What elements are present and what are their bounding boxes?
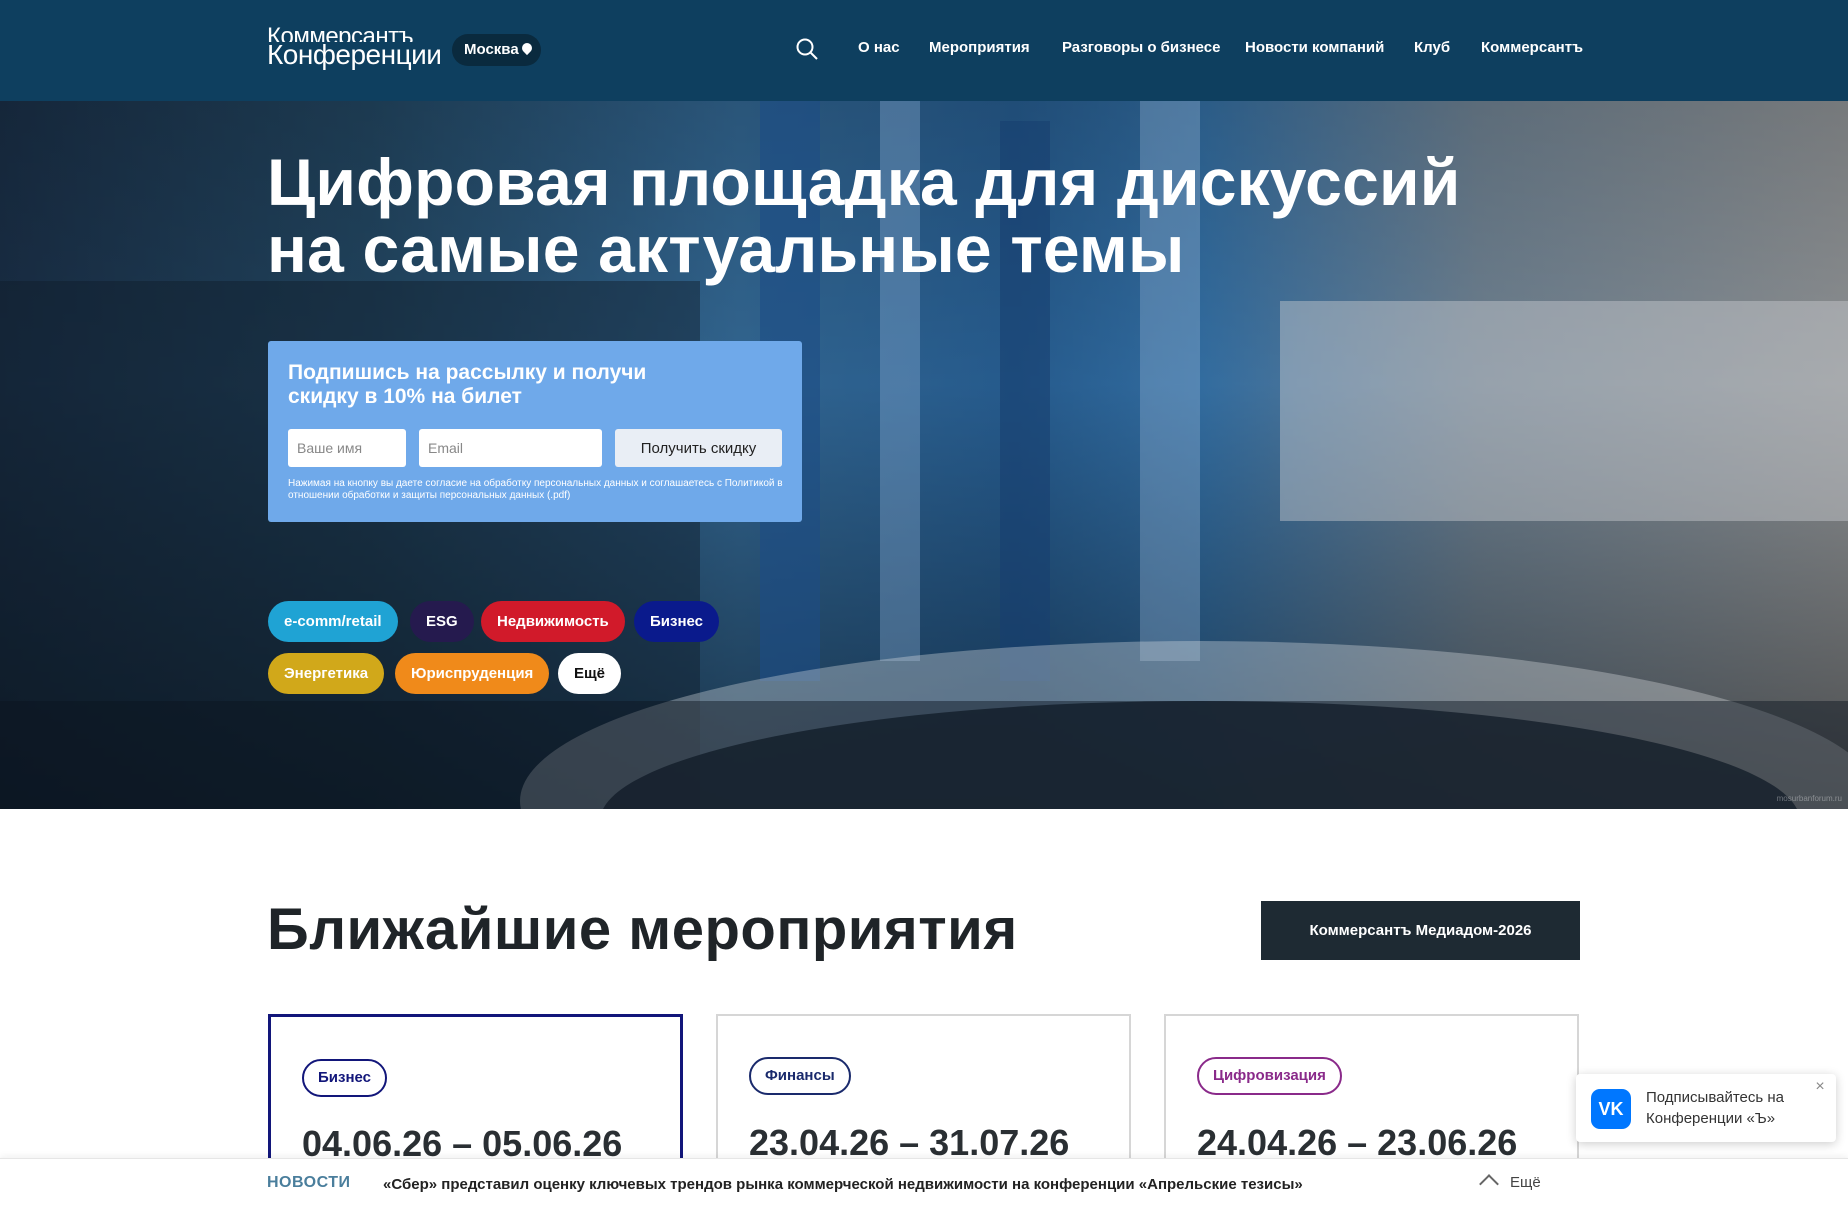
nav-business-talks[interactable]: Разговоры о бизнесе xyxy=(1062,39,1221,56)
tag-esg[interactable]: ESG xyxy=(410,601,474,642)
name-input[interactable] xyxy=(288,429,406,467)
consent-note: Нажимая на кнопку вы даете согласие на о… xyxy=(288,478,783,501)
photo-credit: mosurbanforum.ru xyxy=(1776,794,1842,803)
event-category-badge: Цифровизация xyxy=(1197,1057,1342,1095)
city-label: Москва xyxy=(464,41,519,58)
subscribe-form: Подпишись на рассылку и получи скидку в … xyxy=(268,341,802,522)
hero-title: Цифровая площадка для дискуссий на самые… xyxy=(267,149,1597,283)
hero-banner: Цифровая площадка для дискуссий на самые… xyxy=(0,101,1848,809)
subscribe-title: Подпишись на рассылку и получи скидку в … xyxy=(288,361,647,408)
chevron-up-icon xyxy=(1479,1174,1499,1194)
vk-subscribe-popup[interactable]: VK Подписывайтесь на Конференции «Ъ» × xyxy=(1576,1074,1836,1142)
search-icon[interactable] xyxy=(796,38,818,60)
tag-real-estate[interactable]: Недвижимость xyxy=(481,601,625,642)
tag-ecomm-retail[interactable]: e-comm/retail xyxy=(268,601,398,642)
news-label: НОВОСТИ xyxy=(267,1174,351,1191)
vk-icon: VK xyxy=(1591,1089,1631,1129)
event-category-badge: Бизнес xyxy=(302,1059,388,1097)
site-logo[interactable]: Коммерсантъ Конференции xyxy=(267,26,442,70)
close-icon[interactable]: × xyxy=(1813,1079,1827,1095)
nav-kommersant[interactable]: Коммерсантъ xyxy=(1481,39,1583,56)
nav-about[interactable]: О нас xyxy=(858,39,900,56)
map-pin-icon xyxy=(519,40,534,56)
news-headline-link[interactable]: «Сбер» представил оценку ключевых трендо… xyxy=(383,1176,1303,1193)
vk-popup-text: Подписывайтесь на Конференции «Ъ» xyxy=(1646,1089,1785,1127)
tag-business[interactable]: Бизнес xyxy=(634,601,720,642)
tag-law[interactable]: Юриспруденция xyxy=(395,653,550,694)
event-category-badge: Финансы xyxy=(749,1057,851,1095)
email-input[interactable] xyxy=(419,429,602,467)
mediadom-button[interactable]: Коммерсантъ Медиадом-2026 xyxy=(1261,901,1580,960)
news-more-button[interactable]: Ещё xyxy=(1479,1173,1541,1194)
nav-events[interactable]: Мероприятия xyxy=(929,39,1030,56)
hero-title-line1: Цифровая площадка для дискуссий xyxy=(267,145,1461,219)
news-more-label: Ещё xyxy=(1510,1174,1541,1191)
tag-more[interactable]: Ещё xyxy=(558,653,622,694)
get-discount-button[interactable]: Получить скидку xyxy=(615,429,782,467)
logo-line2: Конференции xyxy=(267,39,442,70)
tag-energy[interactable]: Энергетика xyxy=(268,653,385,694)
news-ticker: НОВОСТИ «Сбер» представил оценку ключевы… xyxy=(0,1158,1848,1212)
nav-club[interactable]: Клуб xyxy=(1414,39,1450,56)
site-header: Коммерсантъ Конференции Москва О нас Мер… xyxy=(0,0,1848,101)
upcoming-events-title: Ближайшие мероприятия xyxy=(267,897,1018,962)
nav-company-news[interactable]: Новости компаний xyxy=(1245,39,1384,56)
hero-title-line2: на самые актуальные темы xyxy=(267,212,1185,286)
city-selector[interactable]: Москва xyxy=(452,34,541,66)
